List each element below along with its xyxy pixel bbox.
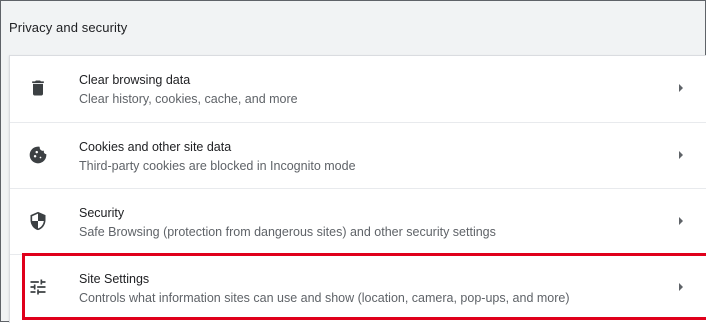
chevron-right-icon[interactable] xyxy=(679,151,683,159)
trash-icon xyxy=(28,78,48,98)
row-title: Cookies and other site data xyxy=(79,140,232,154)
shield-icon xyxy=(28,211,48,231)
row-title: Site Settings xyxy=(79,272,150,286)
chevron-right-icon[interactable] xyxy=(679,84,683,92)
tune-sliders-icon xyxy=(28,277,48,297)
section-title: Privacy and security xyxy=(9,20,128,35)
chevron-right-icon[interactable] xyxy=(679,283,683,291)
chevron-right-icon[interactable] xyxy=(679,217,683,225)
cookie-icon xyxy=(28,145,48,165)
clear-browsing-data-row[interactable]: Clear browsing data Clear history, cooki… xyxy=(10,56,706,122)
security-row[interactable]: Security Safe Browsing (protection from … xyxy=(10,188,706,254)
row-title: Security xyxy=(79,206,125,220)
settings-window: Privacy and security Clear browsing data… xyxy=(0,0,706,323)
privacy-security-card: Clear browsing data Clear history, cooki… xyxy=(9,55,706,323)
row-title: Clear browsing data xyxy=(79,73,191,87)
cookies-site-data-row[interactable]: Cookies and other site data Third-party … xyxy=(10,122,706,188)
row-subtitle: Safe Browsing (protection from dangerous… xyxy=(79,225,496,239)
row-subtitle: Third-party cookies are blocked in Incog… xyxy=(79,159,356,173)
row-subtitle: Clear history, cookies, cache, and more xyxy=(79,92,298,106)
row-subtitle: Controls what information sites can use … xyxy=(79,291,570,305)
site-settings-row[interactable]: Site Settings Controls what information … xyxy=(10,254,706,320)
